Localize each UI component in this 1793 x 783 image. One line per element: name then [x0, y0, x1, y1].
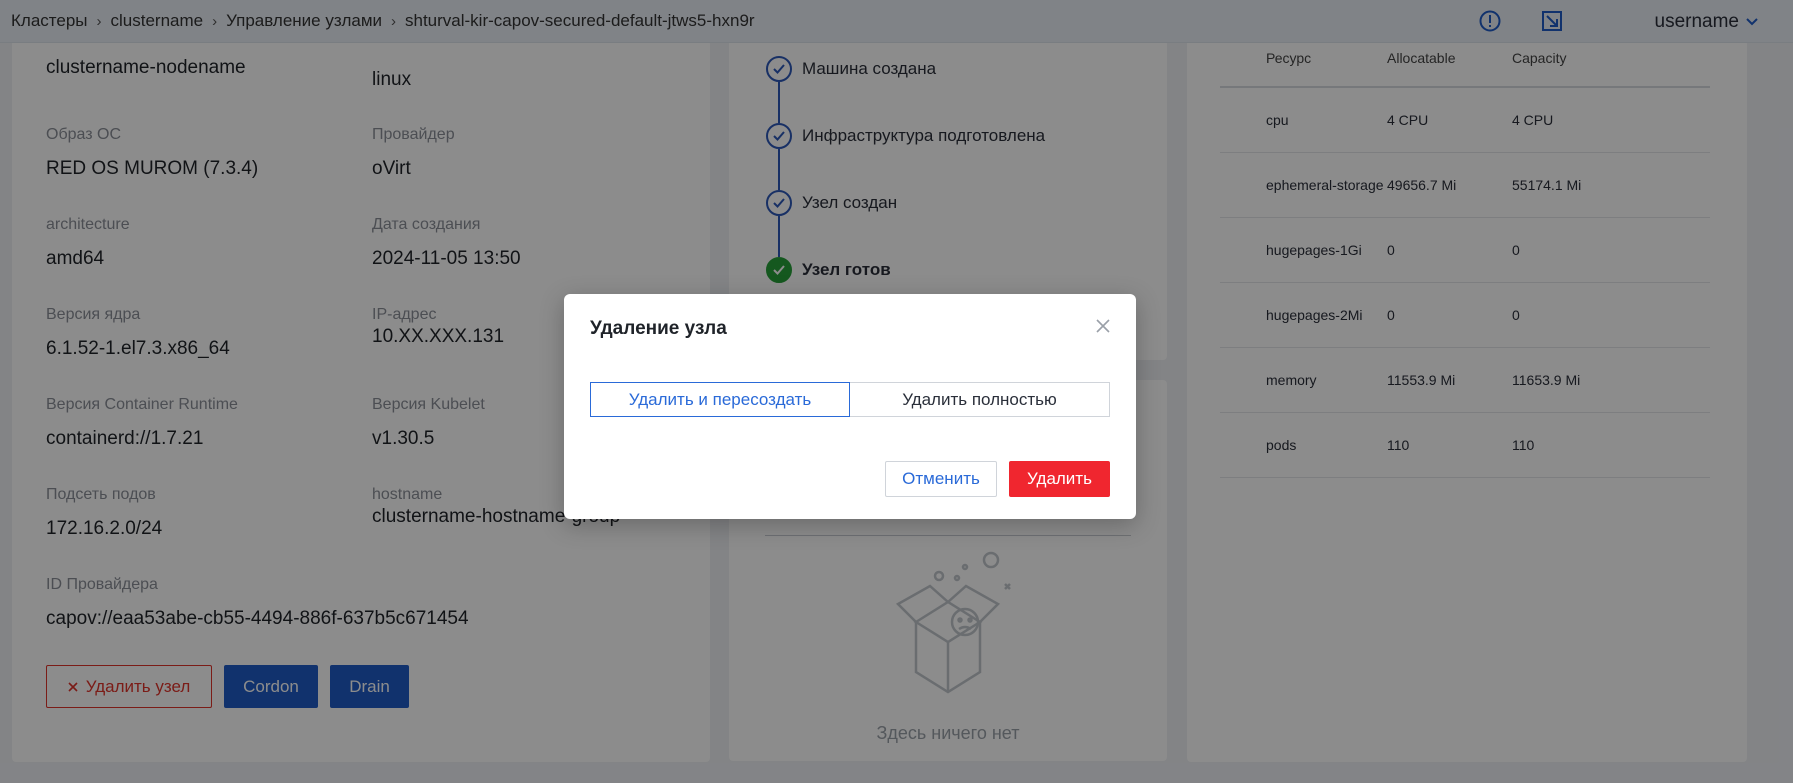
delete-completely-option[interactable]: Удалить полностью [850, 382, 1110, 417]
delete-mode-switch: Удалить и пересоздать Удалить полностью [590, 382, 1110, 417]
delete-and-recreate-option[interactable]: Удалить и пересоздать [590, 382, 850, 417]
cancel-button[interactable]: Отменить [885, 461, 997, 497]
delete-node-dialog: Удаление узла Удалить и пересоздать Удал… [564, 294, 1136, 519]
dialog-actions: Отменить Удалить [885, 461, 1110, 497]
close-icon[interactable] [1093, 316, 1113, 336]
confirm-delete-button[interactable]: Удалить [1009, 461, 1110, 497]
dialog-title: Удаление узла [590, 318, 727, 339]
page: Кластеры › clustername › Управление узла… [0, 0, 1793, 783]
